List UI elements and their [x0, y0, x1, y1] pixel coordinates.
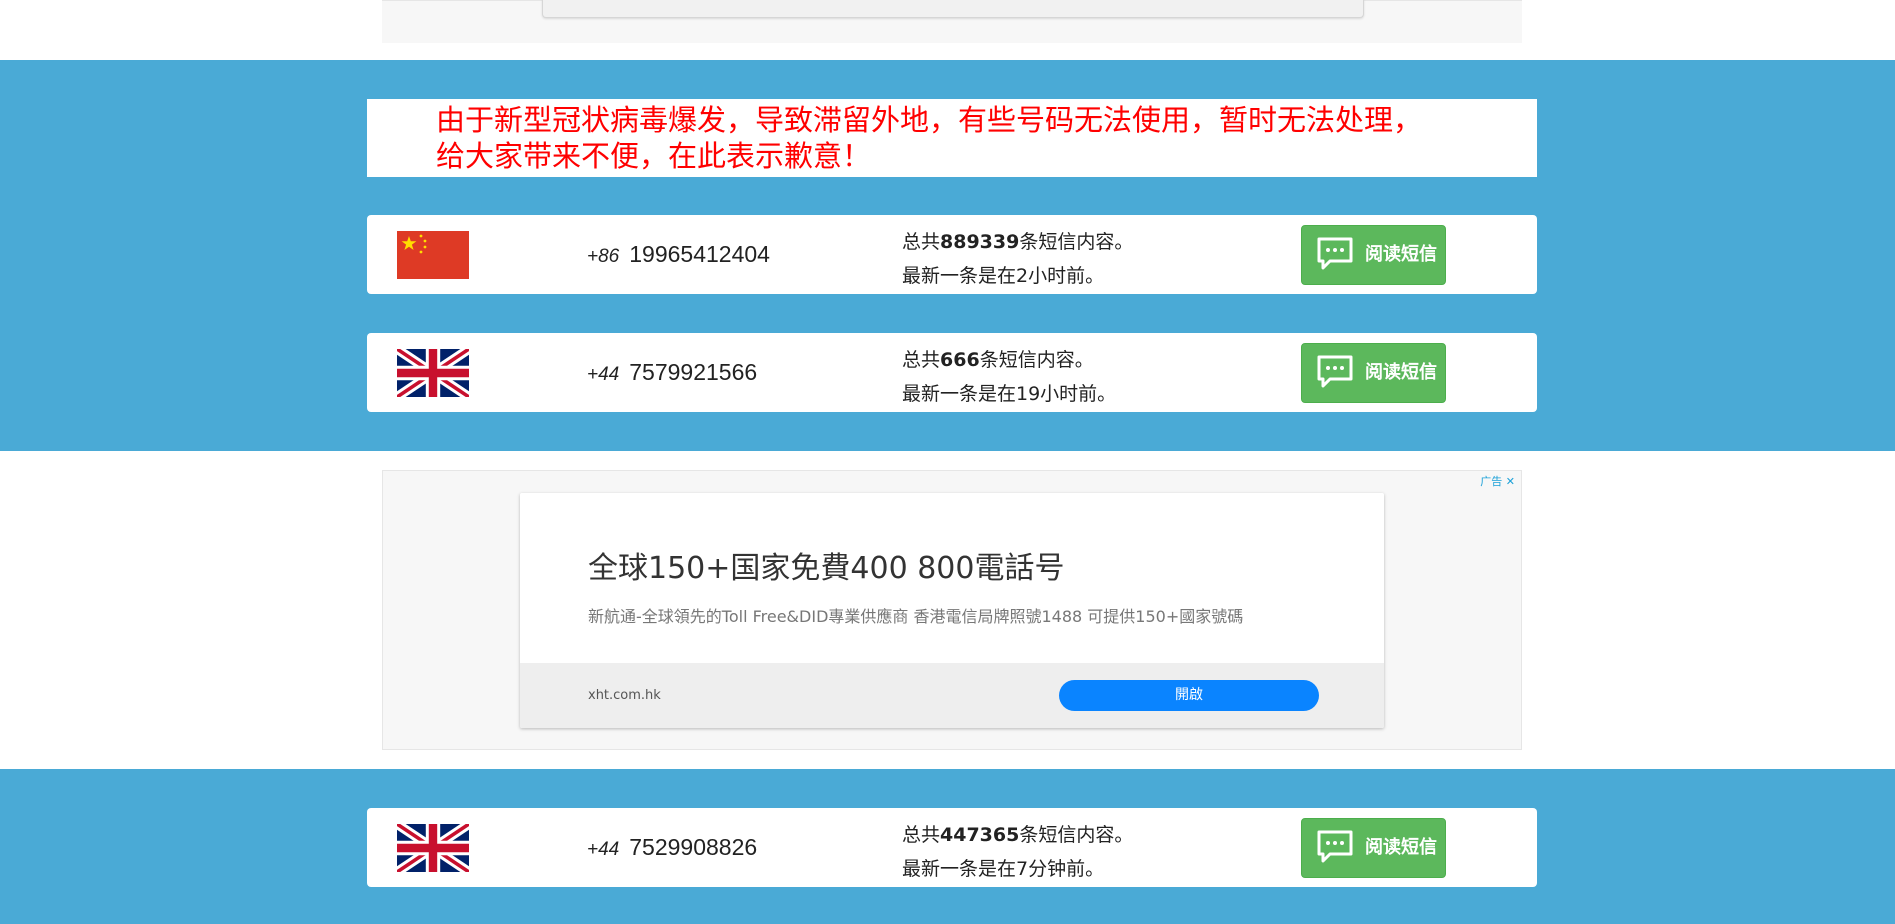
number-card: +44 7579921566 总共666条短信内容。 最新一条是在19小时前。 阅…: [367, 333, 1537, 412]
read-sms-label: 阅读短信: [1365, 244, 1437, 265]
phone-number: +86 19965412404: [587, 241, 770, 268]
notice-line-2: 给大家带来不便，在此表示歉意！: [436, 139, 872, 173]
sms-info: 总共666条短信内容。 最新一条是在19小时前。: [902, 343, 1116, 411]
total-suffix: 条短信内容。: [1019, 231, 1134, 253]
country-code: +44: [587, 364, 620, 385]
country-code: +86: [587, 246, 620, 267]
top-ad-container: [382, 0, 1522, 43]
ad-url: xht.com.hk: [588, 688, 661, 703]
total-prefix: 总共: [902, 231, 941, 253]
total-count: 666: [940, 349, 980, 371]
ad-title[interactable]: 全球150+国家免費400 800電話号: [588, 543, 1064, 587]
phone-digits: 7579921566: [629, 359, 758, 385]
chat-bubble-icon: [1316, 829, 1354, 865]
ad-open-button[interactable]: 開啟: [1059, 680, 1319, 711]
ad-container: 广告 ✕ 全球150+国家免費400 800電話号 新航通-全球領先的Toll …: [382, 470, 1522, 750]
country-code: +44: [587, 839, 620, 860]
top-ad-card[interactable]: [542, 0, 1364, 18]
ad-footer: xht.com.hk 開啟: [520, 663, 1384, 728]
number-card: +86 19965412404 总共889339条短信内容。 最新一条是在2小时前…: [367, 215, 1537, 294]
total-prefix: 总共: [902, 349, 941, 371]
ad-description: 新航通-全球領先的Toll Free&DID專業供應商 香港電信局牌照號1488…: [588, 607, 1244, 626]
phone-digits: 7529908826: [629, 834, 758, 860]
sms-total: 总共666条短信内容。: [902, 343, 1116, 377]
read-sms-label: 阅读短信: [1365, 837, 1437, 858]
sms-latest: 最新一条是在2小时前。: [902, 265, 1105, 287]
total-prefix: 总共: [902, 824, 941, 846]
total-suffix: 条短信内容。: [979, 349, 1094, 371]
read-sms-button[interactable]: 阅读短信: [1301, 225, 1446, 285]
sms-latest: 最新一条是在7分钟前。: [902, 858, 1105, 880]
read-sms-label: 阅读短信: [1365, 362, 1437, 383]
sms-total: 总共447365条短信内容。: [902, 818, 1133, 852]
uk-flag-icon: [397, 349, 469, 397]
sms-info: 总共447365条短信内容。 最新一条是在7分钟前。: [902, 818, 1133, 886]
number-card: +44 7529908826 总共447365条短信内容。 最新一条是在7分钟前。…: [367, 808, 1537, 887]
notice-banner: 由于新型冠状病毒爆发，导致滞留外地，有些号码无法使用，暂时无法处理， 给大家带来…: [367, 99, 1537, 177]
phone-number: +44 7579921566: [587, 359, 757, 386]
sms-info: 总共889339条短信内容。 最新一条是在2小时前。: [902, 225, 1133, 293]
total-count: 447365: [940, 824, 1020, 846]
total-suffix: 条短信内容。: [1019, 824, 1134, 846]
uk-flag-icon: [397, 824, 469, 872]
sms-latest: 最新一条是在19小时前。: [902, 383, 1117, 405]
total-count: 889339: [940, 231, 1020, 253]
notice-text: 由于新型冠状病毒爆发，导致滞留外地，有些号码无法使用，暂时无法处理， 给大家带来…: [436, 102, 1496, 174]
ad-card[interactable]: 全球150+国家免費400 800電話号 新航通-全球領先的Toll Free&…: [520, 493, 1384, 728]
read-sms-button[interactable]: 阅读短信: [1301, 818, 1446, 878]
phone-digits: 19965412404: [629, 241, 770, 267]
chat-bubble-icon: [1316, 354, 1354, 390]
chat-bubble-icon: [1316, 236, 1354, 272]
notice-line-1: 由于新型冠状病毒爆发，导致滞留外地，有些号码无法使用，暂时无法处理，: [436, 103, 1423, 137]
sms-total: 总共889339条短信内容。: [902, 225, 1133, 259]
phone-number: +44 7529908826: [587, 834, 757, 861]
ad-choices-mark[interactable]: 广告 ✕: [1480, 473, 1515, 489]
china-flag-icon: [397, 231, 469, 279]
read-sms-button[interactable]: 阅读短信: [1301, 343, 1446, 403]
